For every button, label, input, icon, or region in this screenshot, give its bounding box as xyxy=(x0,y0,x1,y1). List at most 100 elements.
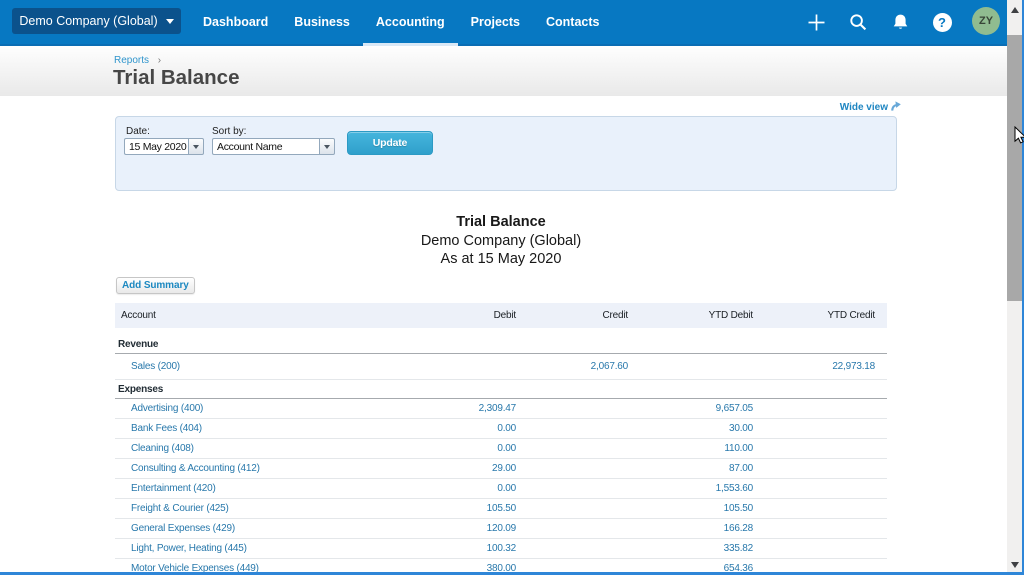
search-icon xyxy=(849,13,866,30)
account-cell: Consulting & Accounting (412) xyxy=(115,463,396,474)
breadcrumb-reports-link[interactable]: Reports xyxy=(114,55,149,66)
debit-cell: 100.32 xyxy=(486,543,517,554)
debit-cell: 2,309.47 xyxy=(478,403,517,414)
ytd-debit-cell: 110.00 xyxy=(724,443,753,454)
sort-by-select-value: Account Name xyxy=(212,138,319,155)
account-link[interactable]: Sales (200) xyxy=(131,361,180,372)
sort-by-label: Sort by: xyxy=(212,126,247,137)
account-cell: Advertising (400) xyxy=(115,403,396,414)
account-link[interactable]: Consulting & Accounting (412) xyxy=(131,463,260,474)
mouse-cursor xyxy=(1014,125,1024,150)
help-glyph: ? xyxy=(938,14,946,30)
debit-cell: 29.00 xyxy=(491,463,516,474)
wide-view-label: Wide view xyxy=(839,102,888,113)
ytd-credit-cell: 22,973.18 xyxy=(832,361,875,372)
column-header-ytd-credit: YTD Credit xyxy=(827,310,876,321)
ytd-debit-cell: 105.50 xyxy=(723,503,754,514)
expand-arrow-icon xyxy=(891,101,901,111)
nav-item-projects[interactable]: Projects xyxy=(458,0,533,44)
debit-cell: 0.00 xyxy=(497,483,516,494)
dropdown-arrow-icon xyxy=(324,144,330,149)
breadcrumb: Reports › xyxy=(114,55,161,66)
account-link[interactable]: Light, Power, Heating (445) xyxy=(131,543,247,554)
account-link[interactable]: Bank Fees (404) xyxy=(131,423,202,434)
account-link[interactable]: General Expenses (429) xyxy=(131,523,235,534)
help-icon: ? xyxy=(932,12,952,32)
page-header: Reports › Trial Balance xyxy=(0,46,1007,96)
account-cell: General Expenses (429) xyxy=(115,523,396,534)
ytd-debit-cell: 87.00 xyxy=(728,463,753,474)
company-selector-label: Demo Company (Global) xyxy=(19,14,158,28)
report-heading: Trial Balance Demo Company (Global) As a… xyxy=(115,213,887,269)
scrollbar-thumb[interactable] xyxy=(1007,35,1022,301)
account-cell: Bank Fees (404) xyxy=(115,423,396,434)
nav-item-accounting[interactable]: Accounting xyxy=(362,0,458,46)
chevron-down-icon xyxy=(165,18,174,24)
table-row: Light, Power, Heating (445) 100.32 335.82 xyxy=(115,539,887,559)
column-header-ytd-debit: YTD Debit xyxy=(708,310,754,321)
report-company: Demo Company (Global) xyxy=(420,232,582,249)
account-cell: Sales (200) xyxy=(115,361,396,372)
sort-by-select-arrow-button[interactable] xyxy=(319,138,335,155)
column-header-credit: Credit xyxy=(602,310,629,321)
date-select-value: 15 May 2020 xyxy=(124,138,188,155)
sort-by-select[interactable]: Account Name xyxy=(212,138,335,155)
nav-item-label: Contacts xyxy=(545,15,600,29)
scrollbar-up-arrow-icon[interactable] xyxy=(1010,7,1019,13)
scrollbar-down-arrow-icon[interactable] xyxy=(1010,562,1019,568)
report-as-at-date: As at 15 May 2020 xyxy=(440,251,562,267)
column-header-account: Account xyxy=(121,310,156,321)
account-cell: Entertainment (420) xyxy=(115,483,396,494)
update-button[interactable]: Update xyxy=(347,131,433,155)
nav-item-label: Business xyxy=(294,15,350,29)
account-link[interactable]: Advertising (400) xyxy=(131,403,203,414)
avatar[interactable]: ZY xyxy=(972,7,1000,35)
trial-balance-table: Account Debit Credit YTD Debit YTD Credi… xyxy=(115,303,887,575)
dropdown-arrow-icon xyxy=(193,144,199,149)
ytd-debit-cell: 30.00 xyxy=(728,423,753,434)
table-header-row: Account Debit Credit YTD Debit YTD Credi… xyxy=(115,303,887,328)
page-title: Trial Balance xyxy=(113,66,240,89)
top-navbar: Demo Company (Global) Dashboard Business… xyxy=(0,0,1007,46)
nav-item-business[interactable]: Business xyxy=(281,0,363,44)
account-link[interactable]: Cleaning (408) xyxy=(131,443,194,454)
table-row: General Expenses (429) 120.09 166.28 xyxy=(115,519,887,539)
xero-trial-balance-screen: Demo Company (Global) Dashboard Business… xyxy=(0,0,1024,575)
avatar-initials: ZY xyxy=(978,15,994,27)
help-button[interactable]: ? xyxy=(921,0,963,44)
breadcrumb-separator: › xyxy=(157,55,162,66)
column-header-debit: Debit xyxy=(493,310,517,321)
debit-cell: 120.09 xyxy=(486,523,517,534)
company-selector[interactable]: Demo Company (Global) xyxy=(12,8,181,34)
nav-item-contacts[interactable]: Contacts xyxy=(533,0,612,44)
nav-item-label: Dashboard xyxy=(203,15,269,29)
nav-item-label: Accounting xyxy=(375,15,445,29)
date-select[interactable]: 15 May 2020 xyxy=(124,138,204,155)
date-select-arrow-button[interactable] xyxy=(188,138,204,155)
section-label: Revenue xyxy=(118,339,159,350)
account-link[interactable]: Entertainment (420) xyxy=(131,483,216,494)
ytd-debit-cell: 335.82 xyxy=(723,543,754,554)
primary-nav: Dashboard Business Accounting Projects C… xyxy=(190,0,612,46)
table-row: Freight & Courier (425) 105.50 105.50 xyxy=(115,499,887,519)
vertical-scrollbar[interactable] xyxy=(1007,0,1022,575)
add-summary-button[interactable]: Add Summary xyxy=(116,277,195,294)
wide-view-link[interactable]: Wide view xyxy=(115,101,901,113)
search-button[interactable] xyxy=(837,0,879,44)
nav-utility-icons: ? xyxy=(795,0,963,44)
debit-cell: 105.50 xyxy=(486,503,517,514)
account-link[interactable]: Freight & Courier (425) xyxy=(131,503,229,514)
notifications-button[interactable] xyxy=(879,0,921,44)
credit-cell: 2,067.60 xyxy=(590,361,629,372)
section-row-expenses: Expenses xyxy=(115,380,887,399)
add-button[interactable] xyxy=(795,0,837,44)
debit-cell: 0.00 xyxy=(497,443,516,454)
table-row: Bank Fees (404) 0.00 30.00 xyxy=(115,419,887,439)
ytd-debit-cell: 1,553.60 xyxy=(715,483,754,494)
ytd-debit-cell: 166.28 xyxy=(723,523,754,534)
date-label: Date: xyxy=(126,126,150,137)
table-row: Advertising (400) 2,309.47 9,657.05 xyxy=(115,399,887,419)
section-label: Expenses xyxy=(118,383,164,395)
report-title: Trial Balance xyxy=(456,214,546,230)
nav-item-dashboard[interactable]: Dashboard xyxy=(190,0,281,44)
